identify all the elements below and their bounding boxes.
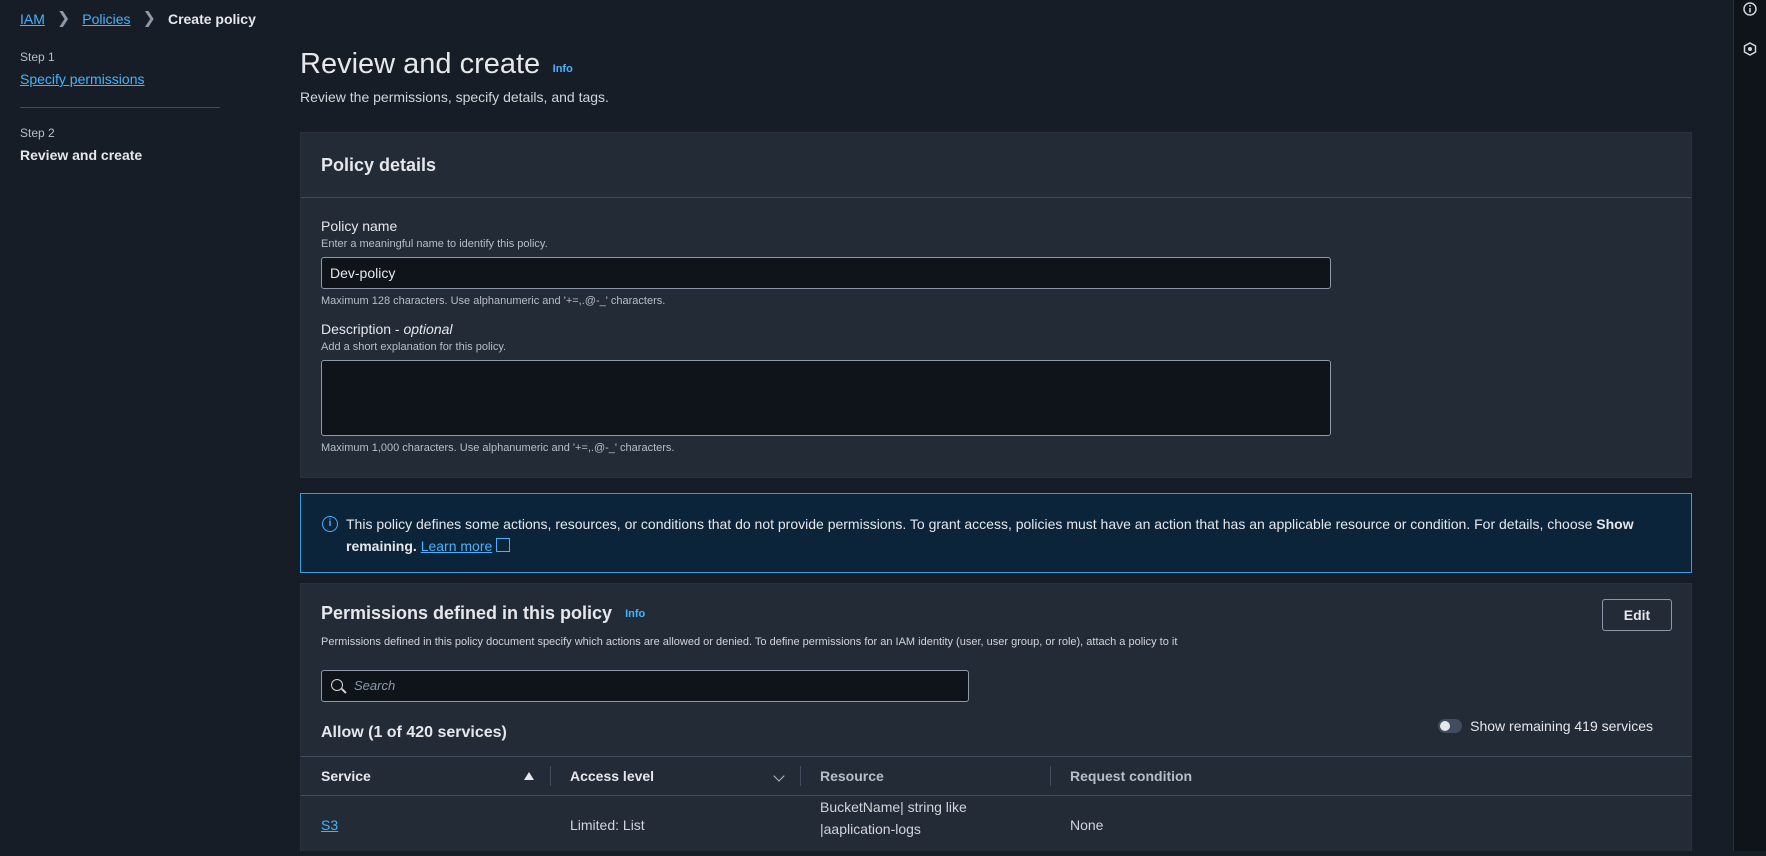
policy-details-header: Policy details <box>301 133 1691 198</box>
toggle-label: Show remaining 419 services <box>1470 718 1653 734</box>
page-header: Review and create Info Review the permis… <box>300 48 1692 105</box>
sort-descending-icon[interactable] <box>773 770 785 782</box>
request-condition-cell: None <box>1070 817 1104 833</box>
column-access-level[interactable]: Access level <box>570 768 654 784</box>
description-textarea[interactable] <box>321 360 1331 436</box>
sort-ascending-icon[interactable] <box>524 772 534 780</box>
step-2-label: Step 2 <box>20 126 55 140</box>
access-level-cell: Limited: List <box>570 817 645 833</box>
edit-button[interactable]: Edit <box>1602 599 1672 631</box>
column-resource: Resource <box>820 768 884 784</box>
permissions-panel: Permissions defined in this policy Info … <box>300 583 1692 851</box>
breadcrumb-policies[interactable]: Policies <box>82 11 130 27</box>
info-alert: i This policy defines some actions, reso… <box>300 493 1692 573</box>
allow-title: Allow (1 of 420 services) <box>321 724 507 741</box>
table-header: Service Access level Resource Request co… <box>301 756 1691 796</box>
description-constraint: Maximum 1,000 characters. Use alphanumer… <box>321 442 675 454</box>
assistant-icon[interactable] <box>1742 41 1758 57</box>
service-link[interactable]: S3 <box>321 817 338 833</box>
learn-more-link[interactable]: Learn more <box>421 538 493 554</box>
page-info-link[interactable]: Info <box>553 63 573 75</box>
policy-details-heading: Policy details <box>321 154 437 175</box>
step-2-current: Review and create <box>20 147 143 163</box>
info-icon[interactable] <box>1742 1 1758 17</box>
step-1-link[interactable]: Specify permissions <box>20 71 220 87</box>
policy-details-panel: Policy details Policy name Enter a meani… <box>300 132 1692 478</box>
chevron-right-icon: ❯ <box>56 10 71 27</box>
info-circle-icon: i <box>322 516 338 532</box>
alert-text: This policy defines some actions, resour… <box>346 516 1597 532</box>
page-description: Review the permissions, specify details,… <box>300 89 609 105</box>
search-icon <box>331 679 343 691</box>
external-link-icon <box>496 538 511 552</box>
description-hint: Add a short explanation for this policy. <box>321 341 507 353</box>
resource-cell: BucketName| string like |aaplication-logs <box>820 799 967 837</box>
column-service[interactable]: Service <box>321 768 371 784</box>
wizard-steps: Step 1 Specify permissions Step 2 Review… <box>20 50 220 163</box>
right-rail <box>1733 0 1766 851</box>
policy-name-input[interactable] <box>321 257 1331 289</box>
breadcrumb-iam[interactable]: IAM <box>20 11 45 27</box>
step-1-label: Step 1 <box>20 50 55 64</box>
search-placeholder: Search <box>354 678 396 693</box>
search-input[interactable]: Search <box>321 670 969 702</box>
permissions-title: Permissions defined in this policy Info <box>321 603 646 623</box>
permissions-description: Permissions defined in this policy docum… <box>321 636 1178 648</box>
breadcrumb-current: Create policy <box>167 11 256 27</box>
column-divider <box>1050 766 1051 786</box>
column-divider <box>550 766 551 786</box>
breadcrumb: IAM ❯ Policies ❯ Create policy <box>20 10 256 28</box>
column-divider <box>800 766 801 786</box>
policy-name-constraint: Maximum 128 characters. Use alphanumeric… <box>321 295 666 307</box>
page-title: Review and create <box>300 48 541 80</box>
description-label: Description - optional <box>321 321 453 337</box>
table-row: S3 Limited: List BucketName| string like… <box>301 796 1691 856</box>
policy-name-description: Enter a meaningful name to identify this… <box>321 238 548 250</box>
toggle-switch[interactable] <box>1438 719 1463 733</box>
column-request-condition: Request condition <box>1070 768 1193 784</box>
policy-name-label: Policy name <box>321 218 398 234</box>
policy-details-body: Policy name Enter a meaningful name to i… <box>301 198 1691 474</box>
show-remaining-toggle[interactable]: Show remaining 419 services <box>1438 718 1653 734</box>
step-divider <box>20 107 220 108</box>
chevron-right-icon: ❯ <box>142 10 156 27</box>
permissions-info-link[interactable]: Info <box>625 608 645 620</box>
